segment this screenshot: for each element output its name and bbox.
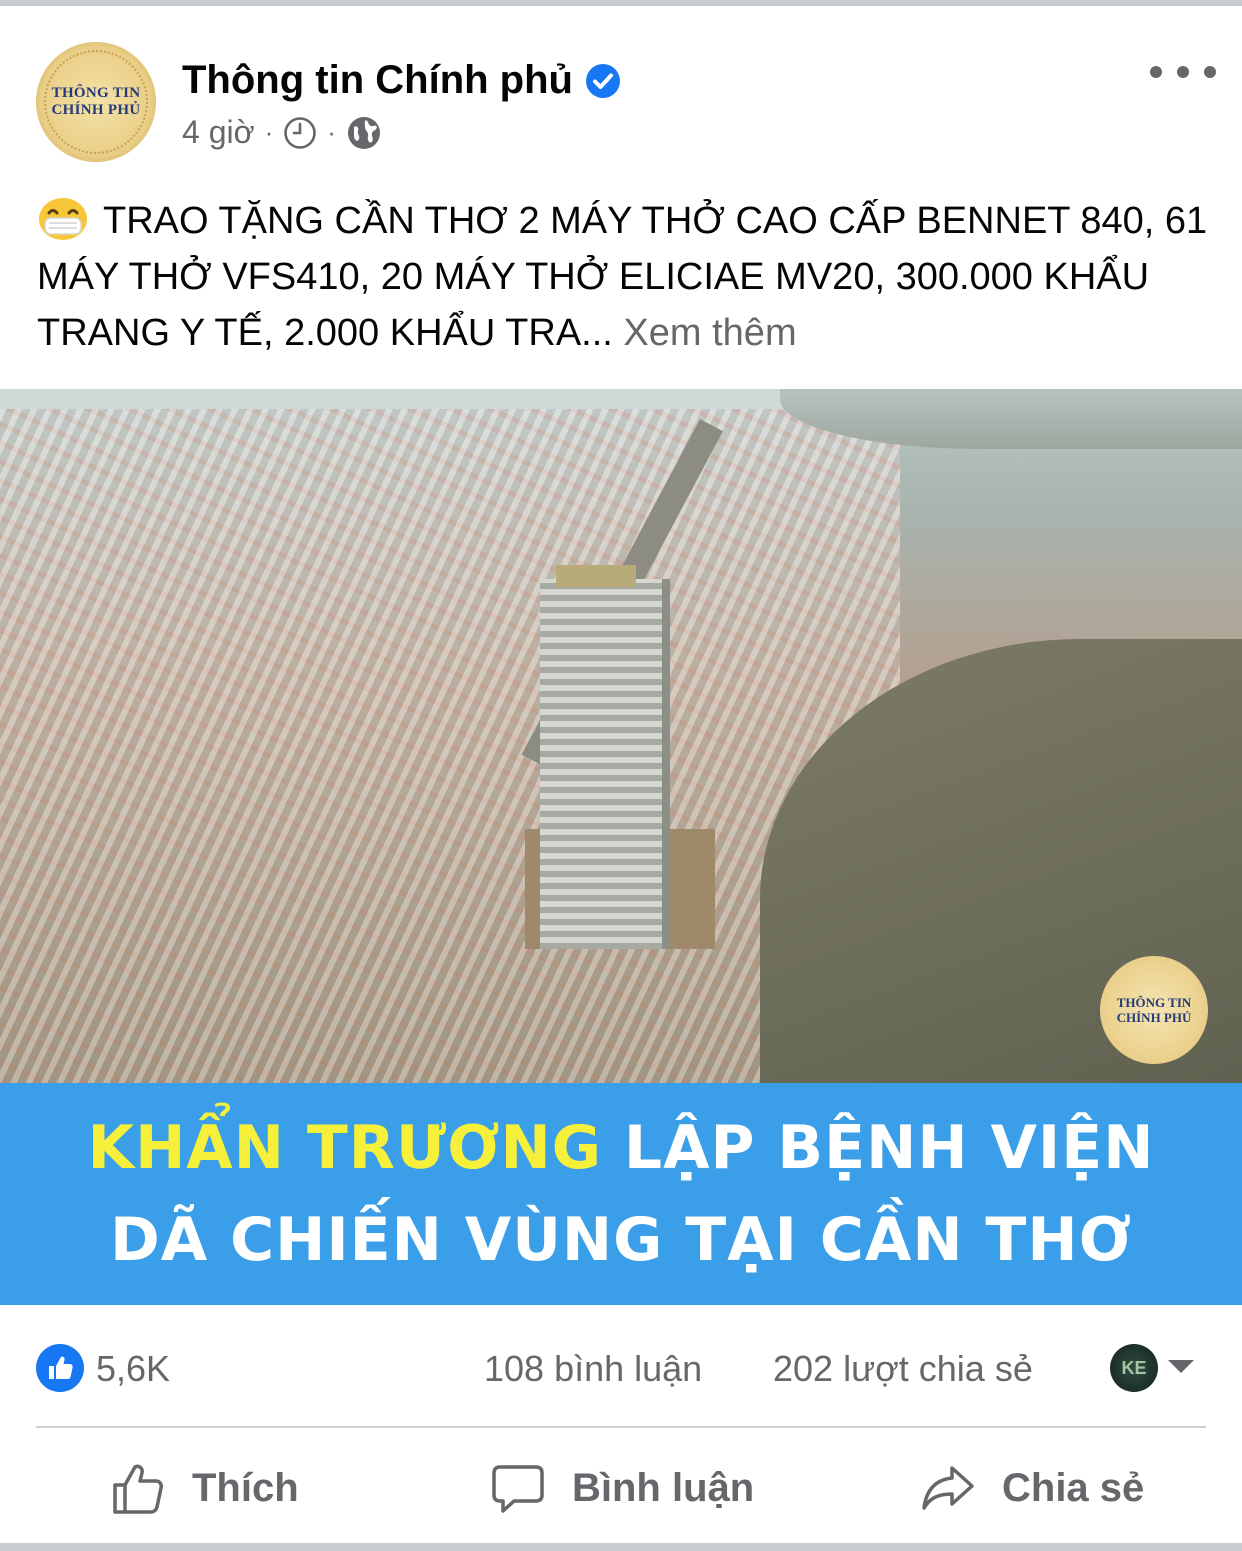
like-button[interactable]: Thích — [110, 1454, 299, 1522]
see-more-link[interactable]: Xem thêm — [623, 312, 796, 354]
more-dots-icon-dot-2 — [1177, 66, 1189, 78]
mask-face-emoji-icon — [39, 198, 87, 240]
headline-line-2: DÃ CHIẾN VÙNG TẠI CẦN THƠ — [109, 1205, 1132, 1275]
share-count[interactable]: 202 lượt chia sẻ — [773, 1348, 1033, 1390]
more-dots-icon-dot-3 — [1204, 66, 1216, 78]
comment-count[interactable]: 108 bình luận — [484, 1348, 702, 1390]
action-divider — [36, 1426, 1206, 1428]
post-time[interactable]: 4 giờ — [182, 114, 255, 151]
page-name-row: Thông tin Chính phủ — [182, 58, 621, 103]
post-meta: 4 giờ · · — [182, 114, 382, 151]
post-stats: 5,6K 108 bình luận 202 lượt chia sẻ KE — [36, 1340, 1206, 1398]
watermark-line-1: THÔNG TIN — [1116, 995, 1192, 1010]
more-dots-icon-dot-1 — [1150, 66, 1162, 78]
clock-icon — [284, 116, 317, 149]
share-button-label: Chia sẻ — [1002, 1465, 1145, 1510]
globe-icon[interactable] — [346, 115, 382, 151]
like-count[interactable]: 5,6K — [96, 1348, 170, 1390]
like-reaction-icon[interactable] — [36, 1344, 84, 1392]
thumbs-up-icon — [113, 1464, 163, 1514]
comment-bubble-icon — [492, 1465, 544, 1513]
comment-button[interactable]: Bình luận — [490, 1454, 754, 1522]
image-watermark-logo: THÔNG TIN CHÍNH PHỦ — [1100, 956, 1208, 1064]
share-button[interactable]: Chia sẻ — [920, 1454, 1144, 1522]
image-headline-banner[interactable]: KHẨN TRƯƠNG LẬP BỆNH VIỆN DÃ CHIẾN VÙNG … — [0, 1083, 1242, 1305]
post-caption: TRAO TẶNG CẦN THƠ 2 MÁY THỞ CAO CẤP BENN… — [37, 193, 1212, 361]
like-button-label: Thích — [192, 1465, 299, 1510]
image-tower-top — [556, 565, 636, 587]
avatar-logo-line-1: THÔNG TIN — [51, 85, 141, 101]
headline-line-1: KHẨN TRƯƠNG LẬP BỆNH VIỆN — [88, 1102, 1155, 1194]
page-avatar[interactable]: THÔNG TIN CHÍNH PHỦ — [36, 42, 156, 162]
comment-button-label: Bình luận — [572, 1465, 755, 1510]
top-divider — [0, 0, 1242, 6]
bottom-divider — [0, 1543, 1242, 1551]
reactor-avatar[interactable]: KE — [1110, 1344, 1158, 1392]
image-tower — [540, 579, 662, 949]
headline-rest: LẬP BỆNH VIỆN — [601, 1113, 1155, 1183]
verified-badge-icon — [585, 63, 620, 98]
share-arrow-icon — [922, 1466, 974, 1510]
post-actions: Thích Bình luận Chia sẻ — [0, 1436, 1242, 1540]
meta-separator-2: · — [327, 117, 336, 147]
avatar-logo-line-2: CHÍNH PHỦ — [51, 102, 141, 118]
post-image[interactable]: THÔNG TIN CHÍNH PHỦ — [0, 389, 1242, 1083]
chevron-down-icon[interactable] — [1168, 1360, 1194, 1373]
watermark-line-2: CHÍNH PHỦ — [1116, 1010, 1192, 1025]
page-name[interactable]: Thông tin Chính phủ — [182, 58, 573, 103]
more-options-button[interactable] — [1150, 52, 1216, 92]
headline-highlight: KHẨN TRƯƠNG — [87, 1113, 602, 1183]
meta-separator-1: · — [264, 117, 274, 147]
